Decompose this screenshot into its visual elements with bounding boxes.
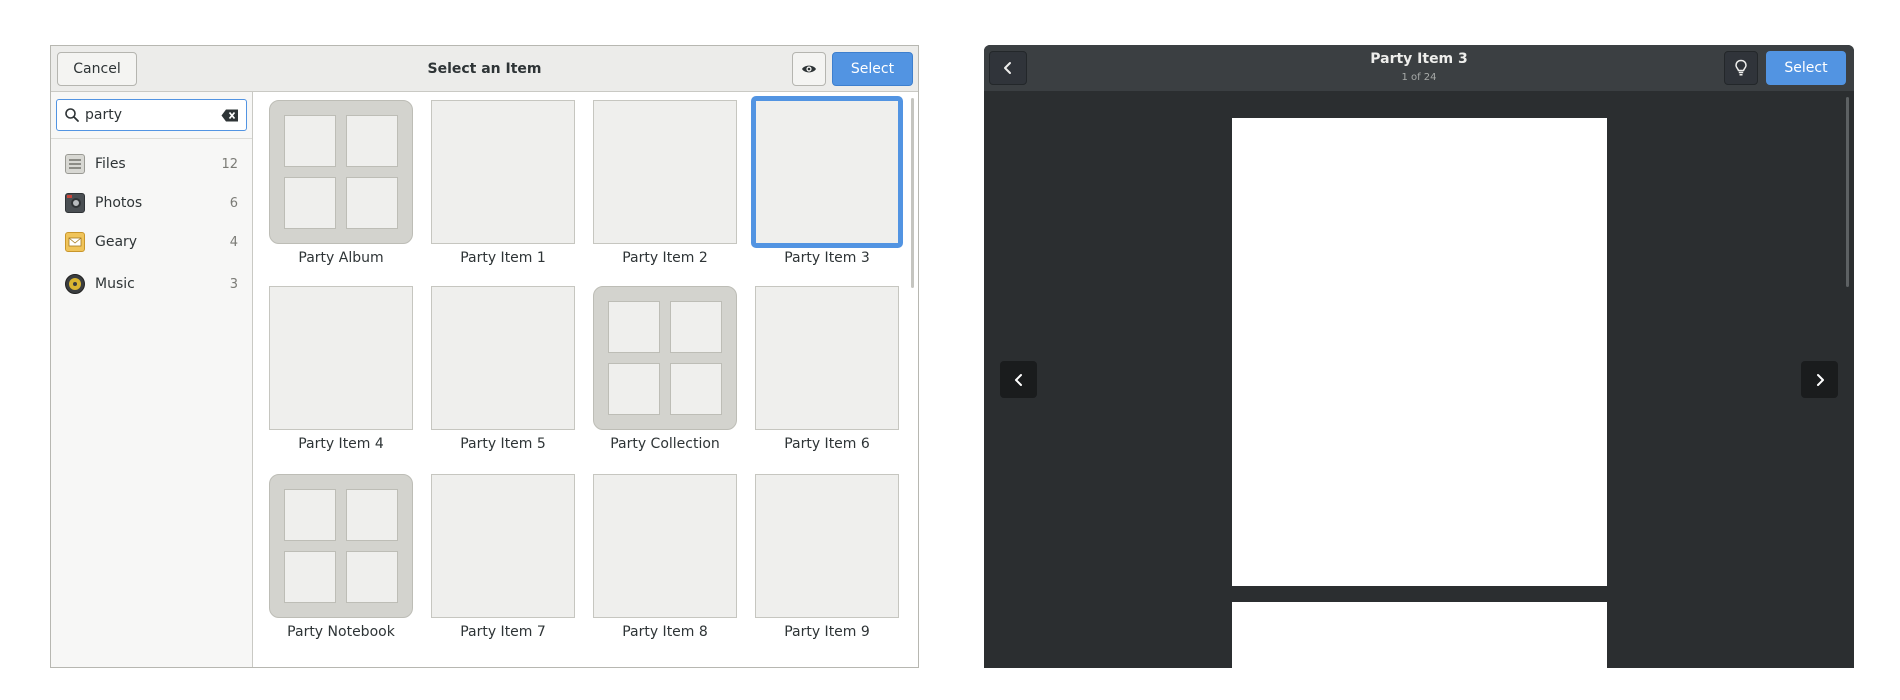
grid-item[interactable]: Party Item 8 [577,468,739,648]
source-count: 6 [229,195,238,211]
item-thumbnail [431,286,575,430]
collection-member-thumbnail [670,363,722,415]
grid-item[interactable]: Party Item 5 [415,280,577,460]
source-sidebar: Files 12 Photos 6 Geary 4 [51,92,253,667]
collection-member-thumbnail [346,115,398,167]
clear-search-icon[interactable] [221,109,239,122]
collection-member-thumbnail [284,551,336,603]
item-thumbnail [431,100,575,244]
grid-item[interactable]: Party Notebook [253,468,415,648]
camera-icon [65,193,85,213]
grid-item-label: Party Item 3 [784,250,870,266]
grid-item-label: Party Item 9 [784,624,870,640]
search-entry[interactable] [56,99,247,131]
selection-highlight [751,96,903,248]
preview-page [1232,602,1607,668]
chevron-right-icon [1816,373,1824,386]
chooser-header-bar: Select an Item Cancel Select [51,46,918,92]
speaker-icon [65,274,85,294]
grid-scrollbar[interactable] [911,98,914,288]
source-label: Music [95,276,135,292]
search-icon [65,108,79,122]
source-count: 3 [229,276,238,292]
source-count: 4 [229,234,238,250]
source-label: Geary [95,234,138,250]
item-thumbnail [593,474,737,618]
item-chooser-dialog: Select an Item Cancel Select party Files… [50,45,919,668]
search-input[interactable] [85,104,215,126]
collection-member-thumbnail [284,115,336,167]
source-item-music[interactable]: Music 3 [51,266,252,302]
select-button[interactable]: Select [1766,51,1846,85]
next-item-button[interactable] [1801,361,1838,398]
item-previewer: Party Item 3 1 of 24 Select [984,45,1854,668]
mail-icon [65,232,85,252]
grid-item[interactable]: Party Item 1 [415,94,577,274]
lightbulb-button[interactable] [1724,51,1758,85]
grid-item[interactable]: Party Item 6 [739,280,901,460]
collection-thumbnail [269,474,413,618]
eye-icon [802,65,816,73]
previous-item-button[interactable] [1000,361,1037,398]
grid-item-label: Party Album [298,250,384,266]
grid-item[interactable]: Party Item 3 [739,94,903,274]
source-item-files[interactable]: Files 12 [51,146,252,182]
previewer-header-bar: Party Item 3 1 of 24 Select [984,45,1854,91]
source-count: 12 [221,156,238,172]
source-item-geary[interactable]: Geary 4 [51,224,252,260]
item-thumbnail [755,286,899,430]
grid-item-label: Party Item 2 [622,250,708,266]
collection-thumbnail [593,286,737,430]
collection-member-thumbnail [346,551,398,603]
grid-item-label: Party Collection [610,436,720,452]
grid-item[interactable]: Party Collection [577,280,739,460]
collection-member-thumbnail [346,177,398,229]
item-thumbnail [755,474,899,618]
select-button[interactable]: Select [832,52,913,86]
grid-item[interactable]: Party Album [253,94,415,274]
source-item-photos[interactable]: Photos 6 [51,185,252,221]
grid-item-label: Party Item 6 [784,436,870,452]
grid-item-label: Party Item 5 [460,436,546,452]
item-grid: Party Album Party Item 1 Party Item 2 Party… [253,92,918,667]
preview-scrollbar[interactable] [1846,97,1849,287]
collection-member-thumbnail [284,177,336,229]
item-thumbnail [431,474,575,618]
collection-thumbnail [269,100,413,244]
grid-item[interactable]: Party Item 7 [415,468,577,648]
collection-member-thumbnail [346,489,398,541]
grid-item-label: Party Notebook [287,624,395,640]
grid-item-label: Party Item 7 [460,624,546,640]
dialog-title: Select an Item [427,61,542,77]
grid-item-label: Party Item 1 [460,250,546,266]
source-label: Files [95,156,126,172]
sidebar-divider [51,138,252,139]
chevron-left-icon [1014,373,1022,386]
grid-item[interactable]: Party Item 9 [739,468,901,648]
source-label: Photos [95,195,143,211]
item-thumbnail [593,100,737,244]
collection-member-thumbnail [608,363,660,415]
preview-page [1232,118,1607,586]
item-thumbnail [269,286,413,430]
collection-member-thumbnail [608,301,660,353]
preview-toggle-button[interactable] [792,52,826,86]
grid-item[interactable]: Party Item 4 [253,280,415,460]
files-icon [65,154,85,174]
cancel-button[interactable]: Cancel [57,52,137,86]
grid-item[interactable]: Party Item 2 [577,94,739,274]
collection-member-thumbnail [284,489,336,541]
grid-item-label: Party Item 8 [622,624,708,640]
grid-item-label: Party Item 4 [298,436,384,452]
collection-member-thumbnail [670,301,722,353]
lightbulb-icon [1735,59,1747,76]
